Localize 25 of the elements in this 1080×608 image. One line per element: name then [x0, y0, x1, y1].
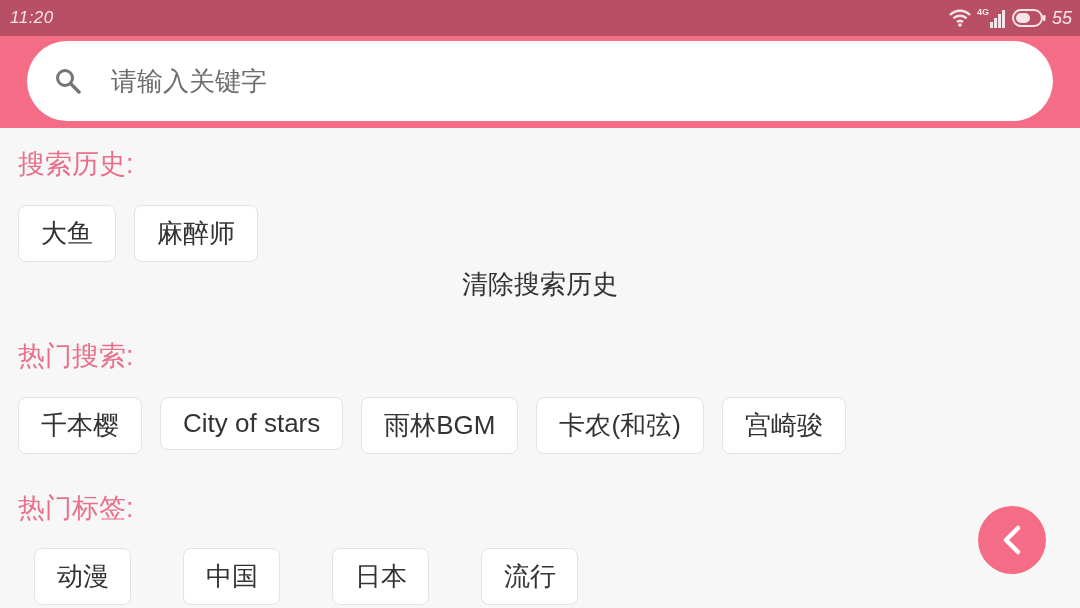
tag-chip[interactable]: 中国 [183, 548, 280, 605]
search-icon [55, 68, 81, 94]
battery-level: 55 [1051, 7, 1072, 29]
network-type: 4G [976, 8, 989, 17]
search-chip[interactable]: 麻醉师 [134, 205, 258, 262]
wifi-icon [948, 9, 971, 27]
search-field[interactable]: 请输入关键字 [27, 41, 1053, 121]
status-time: 11:20 [10, 8, 54, 28]
clear-history-link[interactable]: 清除搜索历史 [462, 266, 618, 302]
tag-chip[interactable]: 动漫 [34, 548, 131, 605]
search-chip[interactable]: 大鱼 [18, 205, 116, 262]
search-chip[interactable]: 千本樱 [18, 397, 142, 454]
section-title: 搜索历史: [18, 148, 135, 181]
search-placeholder: 请输入关键字 [111, 64, 267, 98]
search-chip[interactable]: City of stars [160, 397, 344, 450]
search-chip[interactable]: 宫崎骏 [721, 397, 846, 454]
battery-icon [1011, 9, 1046, 27]
signal-bars-icon [989, 10, 1006, 28]
chevron-left-icon [1002, 525, 1022, 555]
section-title: 热门搜索: [18, 340, 135, 373]
search-chip[interactable]: 雨林BGM [361, 397, 519, 454]
search-chip[interactable]: 卡农(和弦) [536, 397, 704, 454]
tag-chip[interactable]: 流行 [481, 548, 578, 605]
section-title: 热门标签: [18, 492, 135, 525]
tag-chip[interactable]: 日本 [332, 548, 429, 605]
